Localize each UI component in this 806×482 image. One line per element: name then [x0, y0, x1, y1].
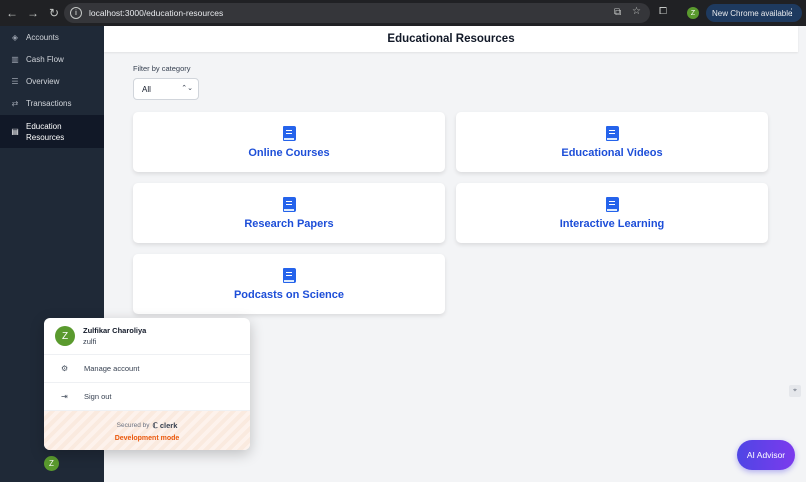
filter-value: All	[142, 84, 151, 94]
ai-advisor-button[interactable]: AI Advisor	[737, 440, 795, 470]
resource-card-educational-videos[interactable]: Educational Videos	[456, 112, 768, 172]
user-button-avatar[interactable]: Z	[44, 456, 59, 471]
devtools-handle-icon[interactable]: ⌖	[789, 385, 801, 397]
filter-label: Filter by category	[133, 64, 191, 73]
book-icon	[605, 196, 619, 212]
resource-card-online-courses[interactable]: Online Courses	[133, 112, 445, 172]
secured-by-text: Secured by	[116, 421, 150, 429]
sidebar-item-accounts[interactable]: ◈ Accounts	[0, 26, 104, 48]
bar-chart-icon: ▥	[11, 54, 19, 64]
resource-card-interactive-learning[interactable]: Interactive Learning	[456, 183, 768, 243]
sign-out-button[interactable]: ⇥ Sign out	[44, 383, 250, 411]
new-chrome-label: New Chrome available	[712, 8, 793, 18]
user-menu-popover: Z Zulfikar Charoliya zulfi ⚙ Manage acco…	[44, 318, 250, 450]
card-title: Interactive Learning	[559, 217, 665, 230]
resource-card-podcasts-on-science[interactable]: Podcasts on Science	[133, 254, 445, 314]
user-handle: zulfi	[83, 337, 97, 346]
gear-icon: ⚙	[61, 364, 69, 373]
book-icon	[282, 196, 296, 212]
manage-account-button[interactable]: ⚙ Manage account	[44, 355, 250, 383]
sidebar-item-label: Accounts	[26, 32, 59, 42]
more-menu-icon[interactable]: ⋮	[787, 7, 796, 18]
user-preview: Z Zulfikar Charoliya zulfi	[44, 318, 250, 355]
bookmark-star-icon[interactable]: ☆	[632, 6, 641, 17]
url-text[interactable]: localhost:3000/education-resources	[89, 8, 223, 18]
profile-avatar[interactable]: Z	[687, 7, 699, 19]
card-title: Podcasts on Science	[233, 288, 345, 301]
user-name: Zulfikar Charoliya	[83, 326, 147, 335]
site-info-icon[interactable]: i	[70, 7, 82, 19]
extensions-icon[interactable]: ⧠	[659, 6, 667, 17]
sidebar-item-label: Transactions	[26, 98, 72, 108]
sidebar-item-label: Overview	[26, 76, 60, 86]
new-chrome-button[interactable]: New Chrome available ⋮	[706, 4, 802, 22]
book-icon	[605, 125, 619, 141]
list-icon: ☰	[11, 76, 19, 86]
install-app-icon[interactable]: ⧉	[614, 7, 621, 18]
book-icon: ▤	[11, 127, 19, 136]
card-title: Online Courses	[248, 146, 330, 159]
sidebar-item-education-resources[interactable]: ▤ Education Resources	[0, 115, 104, 148]
card-title: Educational Videos	[561, 146, 663, 159]
category-filter-select[interactable]: All ⌃⌄	[133, 78, 199, 100]
development-mode-badge: Development mode	[114, 434, 180, 442]
swap-icon: ⇄	[11, 98, 19, 108]
sidebar-item-overview[interactable]: ☰ Overview	[0, 70, 104, 92]
manage-account-label: Manage account	[84, 364, 140, 373]
forward-arrow-icon[interactable]: →	[23, 3, 43, 23]
card-title: Research Papers	[244, 217, 334, 230]
sidebar-item-label: Education Resources	[26, 121, 65, 142]
book-icon	[282, 125, 296, 141]
clerk-logo[interactable]: ℂ clerk	[153, 421, 178, 430]
resource-card-research-papers[interactable]: Research Papers	[133, 183, 445, 243]
avatar: Z	[55, 326, 75, 346]
page-title: Educational Resources	[387, 33, 515, 45]
address-bar[interactable]: i localhost:3000/education-resources ⧉ ☆	[64, 3, 650, 23]
book-icon	[282, 267, 296, 283]
sidebar-item-transactions[interactable]: ⇄ Transactions	[0, 92, 104, 114]
popover-footer: Secured by ℂ clerk Development mode	[44, 411, 250, 450]
sidebar-item-label: Cash Flow	[26, 54, 64, 64]
browser-toolbar: ← → ↻ i localhost:3000/education-resourc…	[0, 0, 806, 26]
back-arrow-icon[interactable]: ←	[2, 3, 22, 23]
page-header: Educational Resources	[104, 26, 798, 52]
sidebar-item-cash-flow[interactable]: ▥ Cash Flow	[0, 48, 104, 70]
reload-icon[interactable]: ↻	[44, 3, 64, 23]
sign-out-icon: ⇥	[61, 392, 68, 401]
chevron-up-down-icon: ⌃⌄	[181, 85, 193, 92]
secured-by: Secured by ℂ clerk	[117, 421, 178, 430]
sign-out-label: Sign out	[84, 392, 112, 401]
layers-icon: ◈	[11, 32, 19, 42]
clerk-brand-text: clerk	[159, 420, 178, 430]
